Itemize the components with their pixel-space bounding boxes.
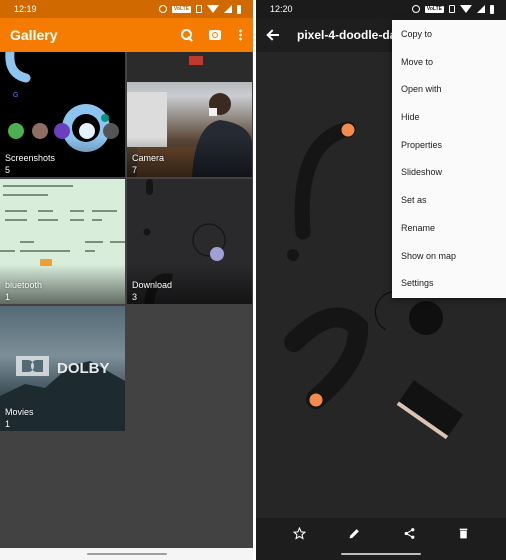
menu-item-settings[interactable]: Settings <box>392 270 506 298</box>
camera-button[interactable] <box>205 25 225 45</box>
app-title: Gallery <box>10 27 58 43</box>
status-time: 12:19 <box>14 4 37 14</box>
album-count: 7 <box>132 165 138 175</box>
more-vert-icon <box>238 29 242 41</box>
star-icon <box>292 526 306 540</box>
svg-text:G: G <box>13 92 18 99</box>
album-movies[interactable]: DOLBY Movies 1 <box>0 306 125 431</box>
volte-icon: VoLTE <box>171 5 191 13</box>
album-count: 1 <box>5 419 11 429</box>
volte-icon: VoLTE <box>424 5 444 13</box>
album-name: bluetooth <box>5 280 43 290</box>
album-download[interactable]: Download 3 <box>127 179 252 304</box>
menu-item-move-to[interactable]: Move to <box>392 49 506 77</box>
album-camera[interactable]: Camera 7 <box>127 52 252 177</box>
menu-item-rename[interactable]: Rename <box>392 215 506 243</box>
battery-icon <box>490 4 494 14</box>
menu-item-slideshow[interactable]: Slideshow <box>392 159 506 187</box>
battery-icon <box>237 4 241 14</box>
viewer-action-bar <box>256 518 506 548</box>
navigation-bar <box>256 548 506 560</box>
album-name: Download <box>132 280 173 290</box>
signal-icon <box>477 5 485 13</box>
alarm-icon <box>158 5 167 13</box>
menu-item-copy-to[interactable]: Copy to <box>392 21 506 49</box>
menu-item-show-on-map[interactable]: Show on map <box>392 243 506 271</box>
menu-item-hide[interactable]: Hide <box>392 104 506 132</box>
edit-icon <box>349 528 359 538</box>
alarm-icon <box>411 5 420 13</box>
album-bluetooth[interactable]: bluetooth 1 <box>0 179 125 304</box>
overflow-menu: Copy to Move to Open with Hide Propertie… <box>392 20 506 298</box>
menu-item-properties[interactable]: Properties <box>392 132 506 160</box>
more-options-button[interactable] <box>230 25 250 45</box>
search-button[interactable] <box>177 25 197 45</box>
wifi-icon <box>460 5 472 13</box>
album-name: Camera <box>132 153 165 163</box>
album-name: Movies <box>5 407 34 417</box>
navigation-bar <box>0 548 253 560</box>
camera-icon <box>209 30 221 40</box>
photo-viewer-screen: 12:20 VoLTE pixel-4-doodle-dark Copy to … <box>256 0 506 560</box>
menu-item-set-as[interactable]: Set as <box>392 187 506 215</box>
home-gesture-handle[interactable] <box>341 553 421 555</box>
favorite-button[interactable] <box>290 524 308 542</box>
app-bar: Gallery <box>0 18 253 52</box>
menu-item-open-with[interactable]: Open with <box>392 76 506 104</box>
dolby-logo-text: DOLBY <box>57 360 110 377</box>
signal-icon <box>224 5 232 13</box>
home-gesture-handle[interactable] <box>86 553 167 555</box>
gallery-screen: 12:19 VoLTE Gallery G Screenshots 5 Came… <box>0 0 253 560</box>
vibrate-icon <box>449 5 455 13</box>
back-arrow-icon[interactable] <box>266 28 280 42</box>
edit-button[interactable] <box>345 524 363 542</box>
album-count: 5 <box>5 165 11 175</box>
wifi-icon <box>207 5 219 13</box>
share-icon <box>404 527 414 539</box>
share-button[interactable] <box>400 524 418 542</box>
status-time: 12:20 <box>270 4 293 14</box>
status-bar: 12:20 VoLTE <box>256 0 506 18</box>
vibrate-icon <box>196 5 202 13</box>
delete-button[interactable] <box>454 524 472 542</box>
album-count: 1 <box>5 292 11 302</box>
status-bar: 12:19 VoLTE <box>0 0 253 18</box>
album-count: 3 <box>132 292 138 302</box>
delete-icon <box>459 528 467 538</box>
album-screenshots[interactable]: G Screenshots 5 <box>0 52 125 177</box>
album-name: Screenshots <box>5 153 56 163</box>
search-icon <box>181 29 193 41</box>
